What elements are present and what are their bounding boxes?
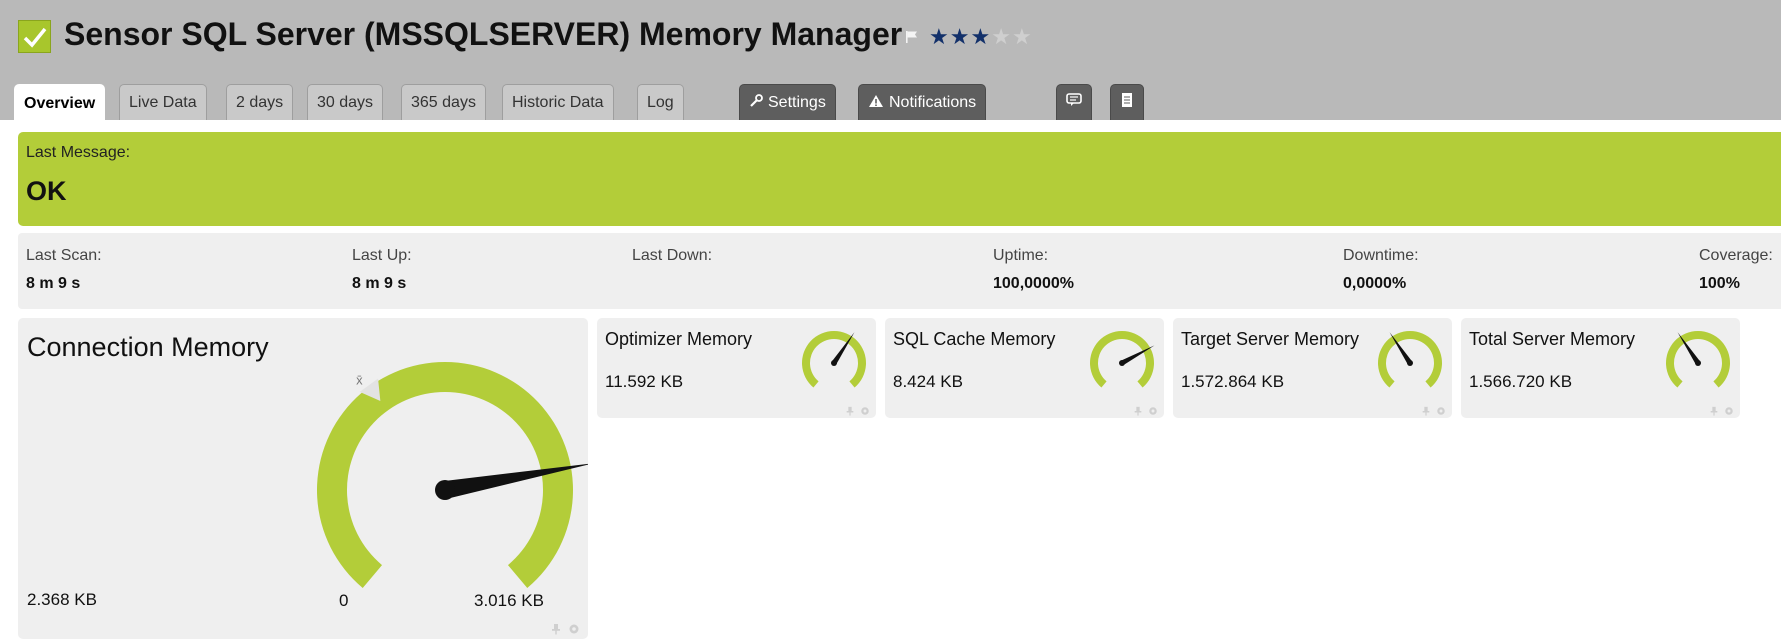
priority-stars[interactable]: ★★★★★ — [929, 26, 1033, 48]
optimizer-memory-gauge — [802, 331, 866, 388]
last-message-value: OK — [26, 176, 67, 206]
svg-text:x̄: x̄ — [356, 372, 363, 387]
tab-history[interactable] — [1110, 84, 1144, 120]
stat-label: Last Scan: — [26, 247, 102, 264]
stat-value: 100,0000% — [993, 275, 1074, 292]
stat-label: Uptime: — [993, 247, 1049, 264]
document-icon — [1119, 92, 1135, 113]
tab-overview[interactable]: Overview — [14, 84, 106, 122]
tab-comments[interactable] — [1056, 84, 1092, 120]
warning-icon — [868, 94, 884, 111]
total-server-memory-panel[interactable]: Total Server Memory 1.566.720 KB — [1461, 318, 1740, 418]
gauge-hub — [1119, 360, 1125, 366]
tab-log[interactable]: Log — [637, 84, 684, 120]
stat-uptime: Uptime: 100,0000% — [993, 247, 1074, 293]
star-icon[interactable]: ★ — [991, 24, 1012, 49]
tab-label: 365 days — [411, 93, 476, 111]
primary-gauge-min: 0 — [339, 591, 349, 610]
star-icon[interactable]: ★ — [970, 24, 991, 49]
last-message-label: Last Message: — [26, 144, 131, 161]
stat-label: Last Up: — [352, 247, 412, 264]
gear-icon[interactable] — [1436, 406, 1446, 416]
channel-value: 1.566.720 KB — [1469, 372, 1573, 391]
sensor-header: Sensor SQL Server (MSSQLSERVER) Memory M… — [0, 0, 1781, 122]
tab-label: 30 days — [317, 93, 374, 111]
channel-title: Target Server Memory — [1181, 329, 1360, 349]
stat-value: 8 m 9 s — [26, 275, 81, 292]
gauge-hub — [1695, 360, 1701, 366]
gear-icon[interactable] — [568, 623, 580, 635]
primary-gauge-value: 2.368 KB — [27, 590, 97, 609]
primary-gauge: x̄ — [317, 362, 588, 589]
stat-last-up: Last Up: 8 m 9 s — [352, 247, 412, 293]
stat-downtime: Downtime: 0,0000% — [1343, 247, 1419, 293]
channel-title: SQL Cache Memory — [893, 329, 1056, 349]
channel-value: 1.572.864 KB — [1181, 372, 1285, 391]
tab-label: 2 days — [236, 93, 284, 111]
channel-title: Optimizer Memory — [605, 329, 753, 349]
gear-icon[interactable] — [860, 406, 870, 416]
channel-value: 11.592 KB — [605, 372, 684, 391]
stat-label: Coverage: — [1699, 247, 1773, 264]
tab-notifications[interactable]: Notifications — [858, 84, 987, 120]
stat-coverage: Coverage: 100% — [1699, 247, 1773, 293]
tab-settings[interactable]: Settings — [739, 84, 836, 120]
tab-historic-data[interactable]: Historic Data — [502, 84, 614, 120]
stat-value: 100% — [1699, 275, 1740, 292]
stat-value: 8 m 9 s — [352, 275, 407, 292]
tab-label: Overview — [24, 94, 96, 112]
stat-label: Downtime: — [1343, 247, 1419, 264]
star-icon[interactable]: ★ — [929, 24, 950, 49]
primary-gauge-panel[interactable]: Connection Memory x̄ 2.368 KB 0 3.016 KB — [18, 318, 588, 639]
pin-icon[interactable] — [1709, 406, 1719, 416]
stat-value: 0,0000% — [1343, 275, 1407, 292]
target-server-memory-panel[interactable]: Target Server Memory 1.572.864 KB — [1173, 318, 1452, 418]
tab-label: Notifications — [889, 93, 977, 111]
tab-30-days[interactable]: 30 days — [307, 84, 384, 120]
sensor-stats: Last Scan: 8 m 9 s Last Up: 8 m 9 s Last… — [18, 233, 1781, 309]
gauge-hub — [1407, 360, 1413, 366]
tab-label: Historic Data — [512, 93, 604, 111]
gauge-arc — [1090, 331, 1154, 388]
page-title: Sensor SQL Server (MSSQLSERVER) Memory M… — [64, 16, 903, 52]
target-server-memory-gauge — [1378, 331, 1442, 388]
flag-icon[interactable] — [905, 30, 919, 44]
pin-icon[interactable] — [1421, 406, 1431, 416]
stat-last-scan: Last Scan: 8 m 9 s — [26, 247, 102, 293]
sql-cache-memory-panel[interactable]: SQL Cache Memory 8.424 KB — [885, 318, 1164, 418]
tab-live-data[interactable]: Live Data — [119, 84, 207, 120]
comment-icon — [1065, 92, 1083, 113]
tab-365-days[interactable]: 365 days — [401, 84, 486, 120]
gauge-hub — [831, 360, 837, 366]
sql-cache-memory-gauge — [1090, 331, 1155, 388]
last-message-bar: Last Message: OK — [18, 132, 1781, 226]
gear-icon[interactable] — [1148, 406, 1158, 416]
pin-icon[interactable] — [1133, 406, 1143, 416]
stat-last-down: Last Down: — [632, 247, 712, 293]
tab-label: Log — [647, 93, 674, 111]
primary-gauge-title: Connection Memory — [27, 332, 269, 362]
tab-label: Live Data — [129, 93, 197, 111]
star-icon[interactable]: ★ — [1012, 24, 1033, 49]
pin-icon[interactable] — [550, 623, 562, 635]
tab-label: Settings — [768, 93, 826, 111]
pin-icon[interactable] — [845, 406, 855, 416]
gear-icon[interactable] — [1724, 406, 1734, 416]
star-icon[interactable]: ★ — [950, 24, 971, 49]
channel-title: Total Server Memory — [1469, 329, 1636, 349]
optimizer-memory-panel[interactable]: Optimizer Memory 11.592 KB — [597, 318, 876, 418]
stat-value — [632, 275, 712, 293]
tab-2-days[interactable]: 2 days — [226, 84, 294, 120]
wrench-icon — [749, 94, 763, 111]
check-icon — [18, 20, 51, 53]
total-server-memory-gauge — [1666, 331, 1730, 388]
primary-gauge-max: 3.016 KB — [474, 591, 544, 610]
stat-label: Last Down: — [632, 247, 713, 264]
channel-value: 8.424 KB — [893, 372, 963, 391]
